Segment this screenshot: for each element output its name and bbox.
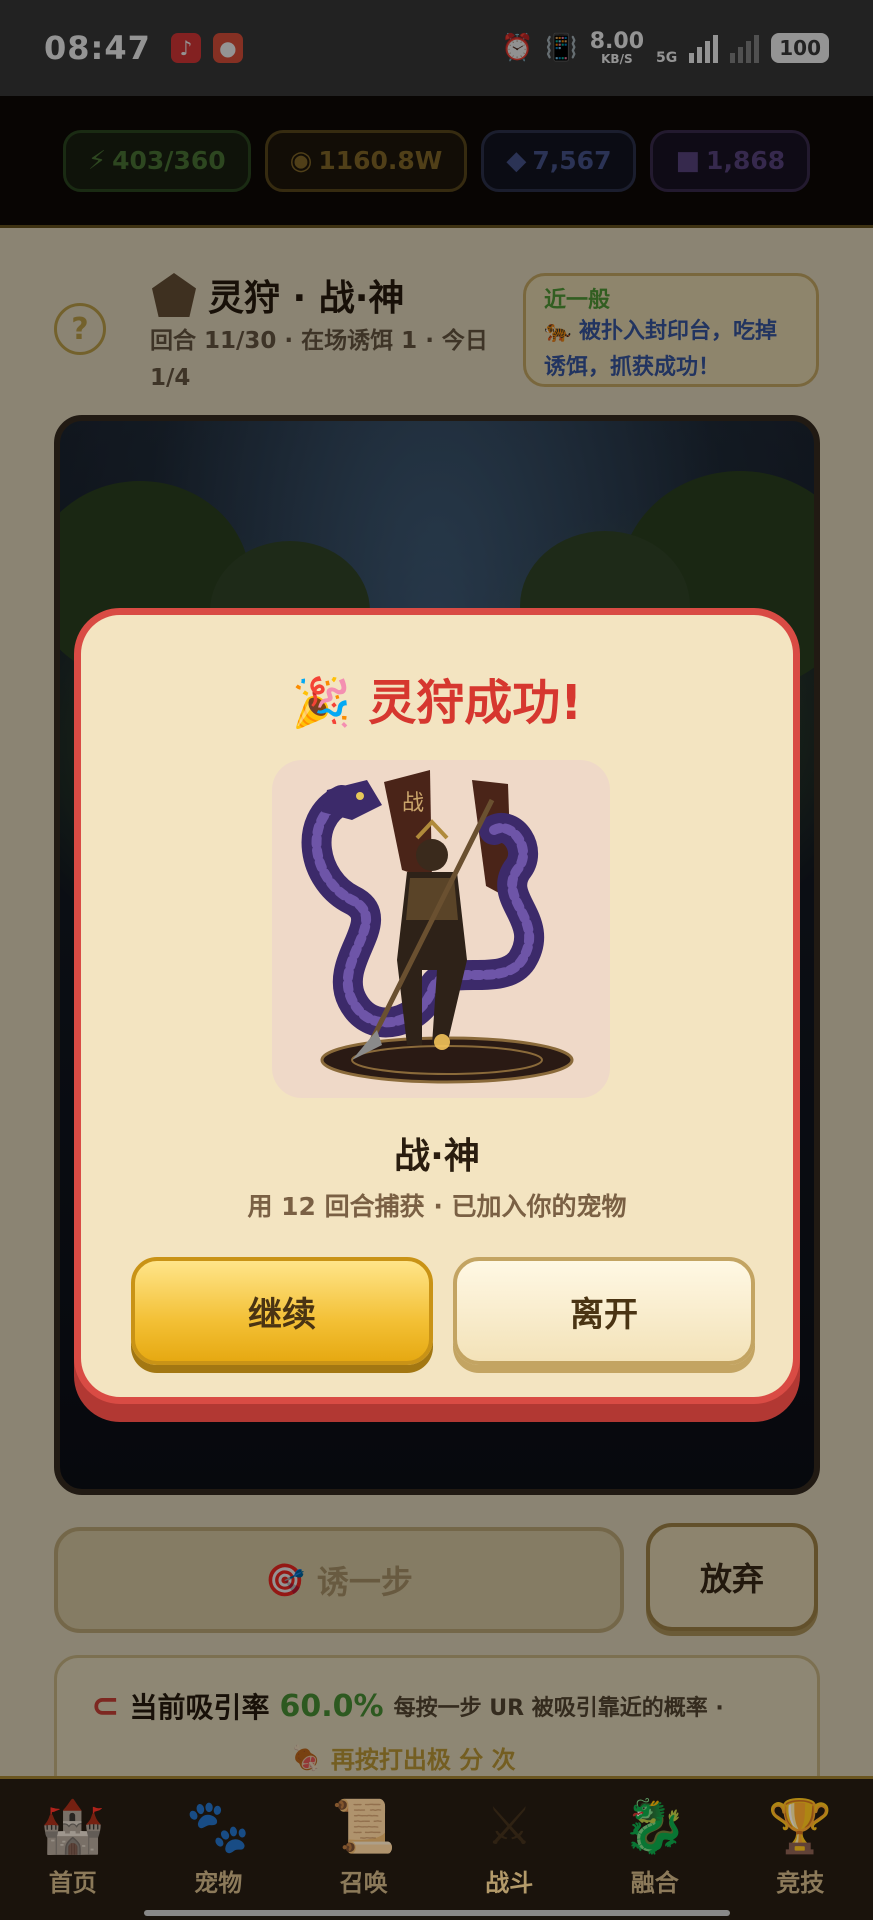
nav-battle[interactable]: ⚔ 战斗 xyxy=(449,1797,569,1898)
bottom-nav: 🏰 首页 🐾 宠物 📜 召唤 ⚔ 战斗 🐉 融合 🏆 竞技 xyxy=(0,1776,873,1920)
home-indicator[interactable] xyxy=(144,1910,730,1916)
nav-arena[interactable]: 🏆 竞技 xyxy=(740,1797,860,1898)
dragon-icon: 🐉 xyxy=(622,1797,688,1857)
continue-button[interactable]: 继续 xyxy=(131,1257,433,1365)
swords-icon: ⚔ xyxy=(485,1797,533,1857)
paw-icon: 🐾 xyxy=(185,1797,251,1857)
pet-name: 战·神 xyxy=(394,1136,480,1177)
scroll-icon: 📜 xyxy=(331,1797,397,1857)
war-god-dragon-image: 战 xyxy=(301,770,574,1084)
leave-button[interactable]: 离开 xyxy=(453,1257,755,1365)
banner-glyph: 战 xyxy=(402,791,424,816)
castle-icon: 🏰 xyxy=(40,1797,106,1857)
capture-success-dialog: 🎉 灵狩成功! 战 战·神 用 12 回合捕获 · 已加入你的宠物 继续 离开 xyxy=(74,608,800,1404)
nav-fusion[interactable]: 🐉 融合 xyxy=(595,1797,715,1898)
nav-summon[interactable]: 📜 召唤 xyxy=(304,1797,424,1898)
capture-description: 用 12 回合捕获 · 已加入你的宠物 xyxy=(247,1192,627,1221)
pet-portrait: 战 xyxy=(272,760,610,1098)
trophy-icon: 🏆 xyxy=(767,1797,833,1857)
nav-home[interactable]: 🏰 首页 xyxy=(13,1797,133,1898)
dialog-title: 🎉 灵狩成功! xyxy=(291,675,583,731)
nav-pets[interactable]: 🐾 宠物 xyxy=(158,1797,278,1898)
